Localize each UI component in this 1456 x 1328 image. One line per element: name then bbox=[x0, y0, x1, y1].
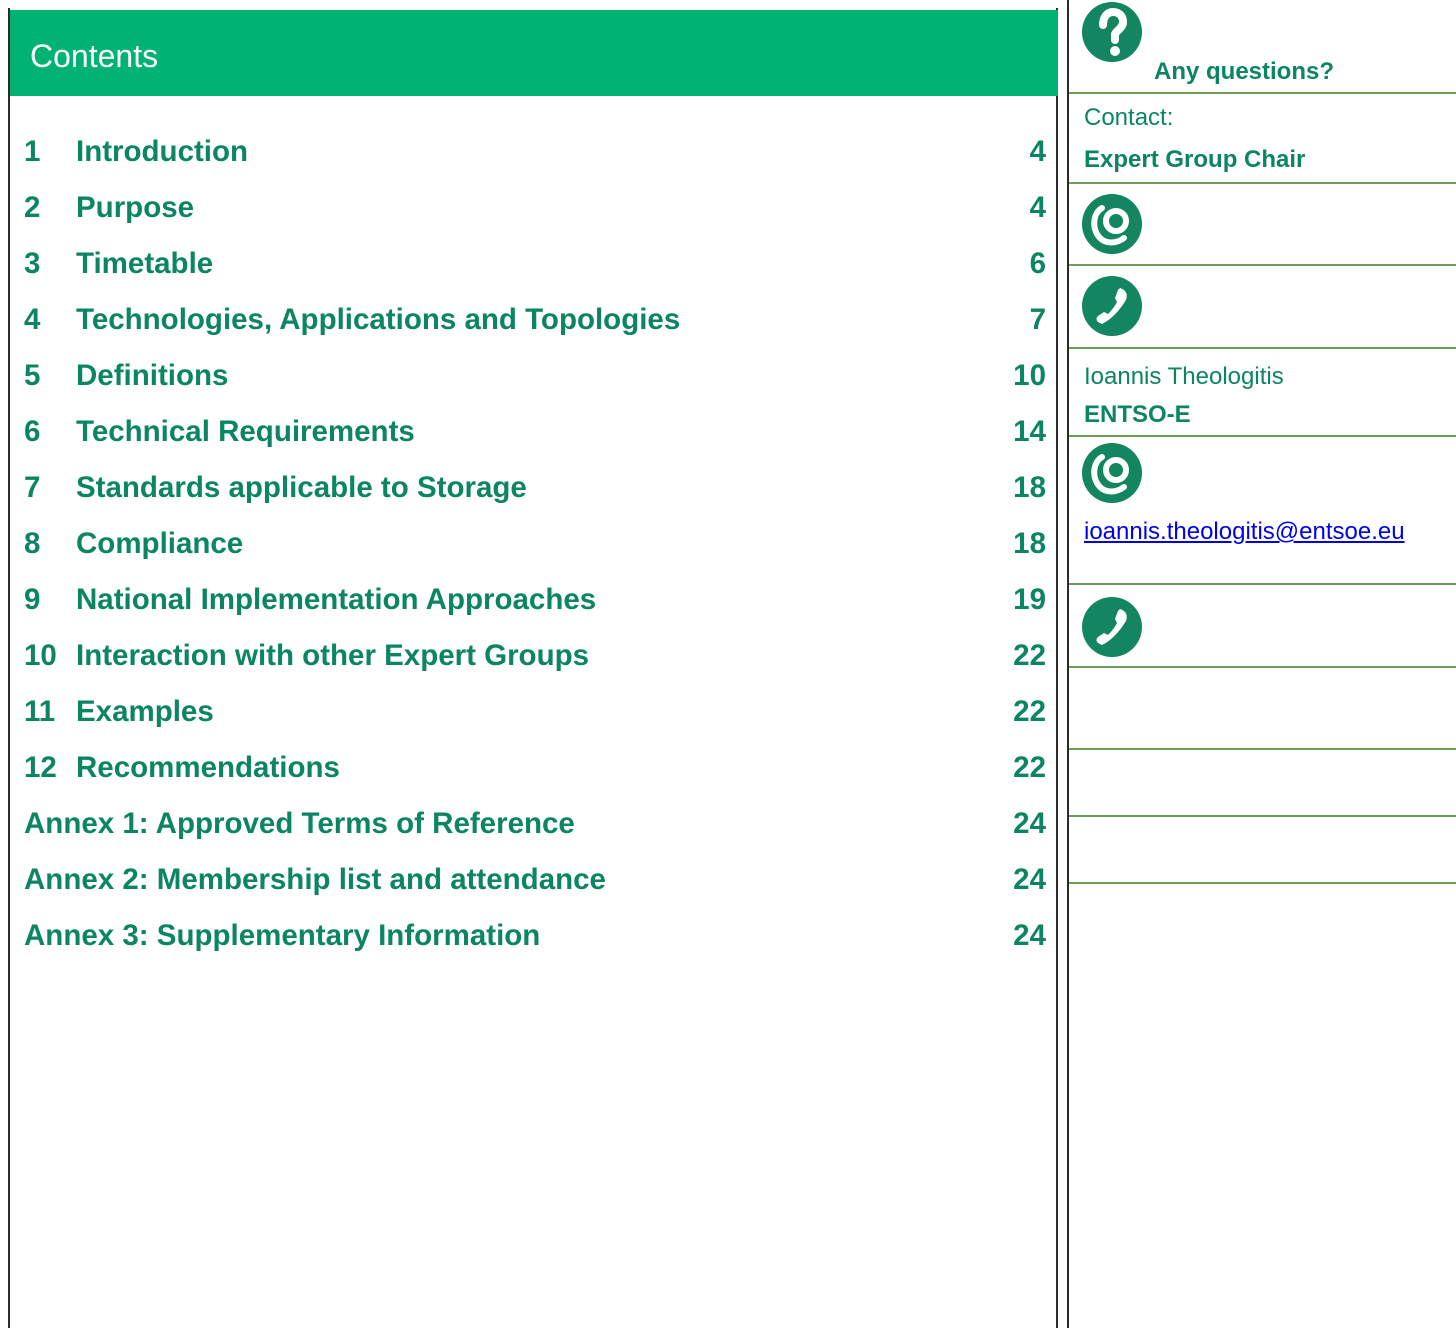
toc-entry-title: Purpose bbox=[76, 191, 195, 224]
toc-entry-page: 4 bbox=[1029, 135, 1046, 168]
contents-panel: Contents 1 Introduction 4 2 Purpose 4 3 Timetab… bbox=[8, 8, 1058, 1328]
toc-entry-page: 6 bbox=[1029, 247, 1046, 280]
toc-entry-page: 22 bbox=[1013, 639, 1046, 672]
toc-entry-title: Introduction bbox=[76, 135, 249, 168]
toc-entry-title: Timetable bbox=[76, 247, 214, 280]
person-email-cell: ioannis.theologitis@entsoe.eu bbox=[1069, 437, 1456, 585]
toc-entry[interactable]: 3 Timetable 6 bbox=[24, 239, 1046, 295]
toc-entry-number: 1 bbox=[24, 135, 41, 168]
toc-entry[interactable]: 11 Examples 22 bbox=[24, 687, 1046, 743]
toc-entry-title: National Implementation Approaches bbox=[76, 583, 597, 616]
empty-cell bbox=[1069, 817, 1456, 884]
contents-header: Contents bbox=[10, 10, 1058, 96]
toc-entry-page: 14 bbox=[1013, 415, 1046, 448]
toc-entry-number: 2 bbox=[24, 191, 41, 224]
toc-entry-title: Definitions bbox=[76, 359, 229, 392]
toc-entry[interactable]: Annex 3: Supplementary Information 24 bbox=[24, 911, 1046, 967]
toc-entry-page: 18 bbox=[1013, 527, 1046, 560]
table-of-contents: 1 Introduction 4 2 Purpose 4 3 Timetable 6 4 Techn… bbox=[24, 127, 1046, 967]
person-name: Ioannis Theologitis bbox=[1084, 363, 1284, 390]
toc-entry-number: 11 bbox=[24, 695, 56, 728]
toc-entry[interactable]: Annex 1: Approved Terms of Reference 24 bbox=[24, 799, 1046, 855]
toc-entry-page: 10 bbox=[1013, 359, 1046, 392]
toc-entry-page: 24 bbox=[1013, 863, 1046, 896]
toc-entry-number: 3 bbox=[24, 247, 41, 280]
toc-entry[interactable]: 2 Purpose 4 bbox=[24, 183, 1046, 239]
toc-entry-number: 10 bbox=[24, 639, 57, 672]
toc-entry[interactable]: 5 Definitions 10 bbox=[24, 351, 1046, 407]
email-at-icon bbox=[1082, 443, 1142, 503]
toc-entry-page: 24 bbox=[1013, 807, 1046, 840]
toc-entry-page: 22 bbox=[1013, 695, 1046, 728]
contact-sidebar: Any questions? Contact: Expert Group Cha… bbox=[1067, 0, 1456, 1328]
toc-entry[interactable]: 6 Technical Requirements 14 bbox=[24, 407, 1046, 463]
toc-entry[interactable]: 7 Standards applicable to Storage 18 bbox=[24, 463, 1046, 519]
toc-entry[interactable]: 1 Introduction 4 bbox=[24, 127, 1046, 183]
toc-entry-title: Examples bbox=[76, 695, 214, 728]
toc-entry-page: 7 bbox=[1029, 303, 1046, 336]
toc-entry-title: Standards applicable to Storage bbox=[76, 471, 527, 504]
chair-label: Expert Group Chair bbox=[1084, 146, 1306, 173]
email-at-icon bbox=[1082, 194, 1142, 254]
phone-handset-icon bbox=[1082, 276, 1142, 336]
email-link[interactable]: ioannis.theologitis@entsoe.eu bbox=[1084, 518, 1405, 546]
toc-entry-page: 18 bbox=[1013, 471, 1046, 504]
questions-cell: Any questions? bbox=[1069, 0, 1456, 94]
toc-entry[interactable]: 9 National Implementation Approaches 19 bbox=[24, 575, 1046, 631]
toc-entry-page: 22 bbox=[1013, 751, 1046, 784]
question-mark-icon bbox=[1082, 2, 1142, 62]
toc-entry-title: Technologies, Applications and Topologie… bbox=[76, 303, 681, 336]
toc-entry[interactable]: 8 Compliance 18 bbox=[24, 519, 1046, 575]
toc-entry[interactable]: Annex 2: Membership list and attendance 2… bbox=[24, 855, 1046, 911]
toc-entry-number: 7 bbox=[24, 471, 41, 504]
toc-entry-title: Annex 2: Membership list and attendance bbox=[24, 863, 606, 896]
toc-entry[interactable]: 10 Interaction with other Expert Groups 22 bbox=[24, 631, 1046, 687]
toc-entry-title: Annex 1: Approved Terms of Reference bbox=[24, 807, 575, 840]
empty-cell bbox=[1069, 668, 1456, 750]
person-cell: Ioannis Theologitis ENTSO-E bbox=[1069, 349, 1456, 437]
toc-entry-number: 5 bbox=[24, 359, 41, 392]
person-org: ENTSO-E bbox=[1084, 401, 1191, 428]
toc-entry-page: 19 bbox=[1013, 583, 1046, 616]
toc-entry-title: Annex 3: Supplementary Information bbox=[24, 919, 541, 952]
toc-entry-title: Technical Requirements bbox=[76, 415, 415, 448]
empty-cell bbox=[1069, 750, 1456, 817]
toc-entry-title: Interaction with other Expert Groups bbox=[76, 639, 590, 672]
toc-entry-number: 6 bbox=[24, 415, 41, 448]
toc-entry[interactable]: 4 Technologies, Applications and Topologi… bbox=[24, 295, 1046, 351]
toc-entry-number: 12 bbox=[24, 751, 57, 784]
toc-entry-number: 9 bbox=[24, 583, 41, 616]
chair-email-cell bbox=[1069, 184, 1456, 266]
chair-phone-cell bbox=[1069, 266, 1456, 349]
contents-title: Contents bbox=[30, 38, 159, 74]
contact-label: Contact: bbox=[1084, 104, 1174, 131]
toc-entry-page: 24 bbox=[1013, 919, 1046, 952]
toc-entry-title: Recommendations bbox=[76, 751, 340, 784]
person-phone-cell bbox=[1069, 585, 1456, 668]
toc-entry[interactable]: 12 Recommendations 22 bbox=[24, 743, 1046, 799]
toc-entry-number: 8 bbox=[24, 527, 41, 560]
toc-entry-number: 4 bbox=[24, 303, 41, 336]
toc-entry-page: 4 bbox=[1029, 191, 1046, 224]
contact-cell: Contact: Expert Group Chair bbox=[1069, 94, 1456, 184]
any-questions-label: Any questions? bbox=[1154, 58, 1335, 85]
toc-entry-title: Compliance bbox=[76, 527, 244, 560]
phone-handset-icon bbox=[1082, 597, 1142, 657]
